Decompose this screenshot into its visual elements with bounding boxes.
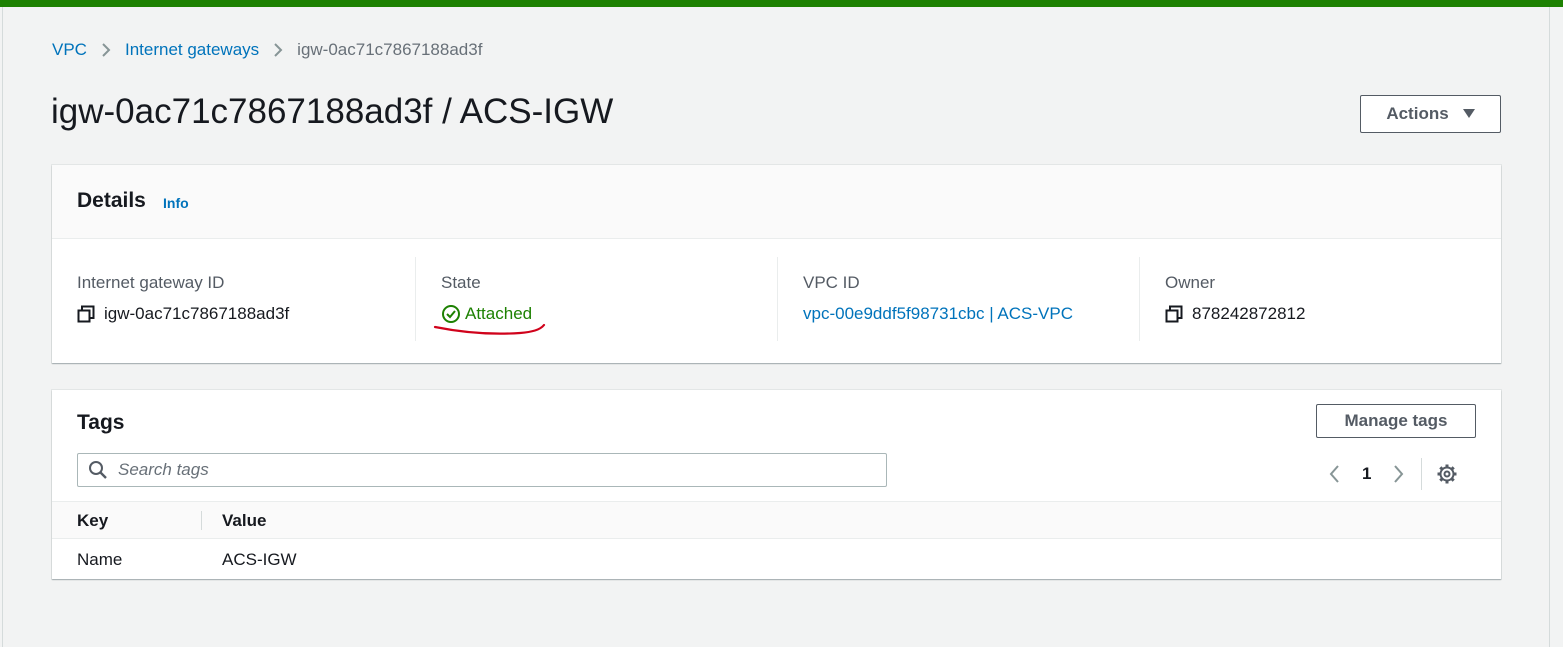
column-header-value[interactable]: Value — [222, 511, 266, 531]
details-title: Details — [77, 189, 146, 212]
tag-key-cell: Name — [77, 550, 123, 569]
igw-id-text: igw-0ac71c7867188ad3f — [104, 304, 290, 323]
pager-divider — [1421, 458, 1423, 490]
left-border — [2, 7, 3, 647]
right-border — [1549, 7, 1550, 647]
chevron-right-icon — [273, 42, 283, 58]
page-title: igw-0ac71c7867188ad3f / ACS-IGW — [51, 92, 614, 131]
settings-gear-icon[interactable] — [1436, 463, 1458, 485]
column-divider — [1139, 257, 1140, 341]
vpc-id-link[interactable]: vpc-00e9ddf5f98731cbc | ACS-VPC — [803, 304, 1073, 324]
page-number[interactable]: 1 — [1362, 464, 1371, 484]
breadcrumb-current: igw-0ac71c7867188ad3f — [297, 40, 483, 59]
tags-title: Tags — [77, 411, 125, 434]
search-tags-input[interactable] — [116, 459, 860, 481]
column-divider — [777, 257, 778, 341]
owner-label: Owner — [1165, 273, 1216, 292]
state-label: State — [441, 273, 481, 292]
table-row: Name ACS-IGW — [52, 539, 1501, 579]
breadcrumb: VPC Internet gateways igw-0ac71c7867188a… — [52, 40, 482, 60]
tags-table-header: Key Value — [52, 501, 1501, 539]
tag-value-cell: ACS-IGW — [222, 550, 297, 569]
column-divider — [201, 511, 202, 530]
owner-value: 878242872812 — [1165, 304, 1305, 324]
vpc-id-label: VPC ID — [803, 273, 860, 292]
breadcrumb-internet-gateways[interactable]: Internet gateways — [125, 40, 259, 60]
red-annotation-underline — [433, 323, 546, 335]
search-icon — [88, 460, 108, 480]
igw-id-value: igw-0ac71c7867188ad3f — [77, 304, 289, 324]
igw-id-label: Internet gateway ID — [77, 273, 225, 292]
info-link[interactable]: Info — [163, 195, 189, 211]
column-header-key[interactable]: Key — [77, 511, 108, 531]
copy-icon[interactable] — [1165, 305, 1185, 323]
search-tags-box[interactable] — [77, 453, 887, 487]
pagination: 1 — [1328, 458, 1458, 490]
details-panel: Details Info Internet gateway ID igw-0ac… — [52, 165, 1501, 363]
chevron-right-icon — [101, 42, 111, 58]
details-header: Details Info — [52, 165, 1501, 239]
chevron-right-icon[interactable] — [1393, 464, 1405, 484]
owner-text: 878242872812 — [1192, 304, 1306, 323]
tags-panel: Tags Manage tags 1 — [52, 390, 1501, 579]
chevron-left-icon[interactable] — [1328, 464, 1340, 484]
copy-icon[interactable] — [77, 305, 97, 323]
actions-button[interactable]: Actions — [1360, 95, 1501, 133]
breadcrumb-vpc[interactable]: VPC — [52, 40, 87, 60]
caret-down-icon — [1462, 107, 1475, 122]
actions-label: Actions — [1386, 104, 1449, 123]
manage-tags-button[interactable]: Manage tags — [1316, 404, 1476, 438]
top-accent-bar — [0, 0, 1563, 7]
